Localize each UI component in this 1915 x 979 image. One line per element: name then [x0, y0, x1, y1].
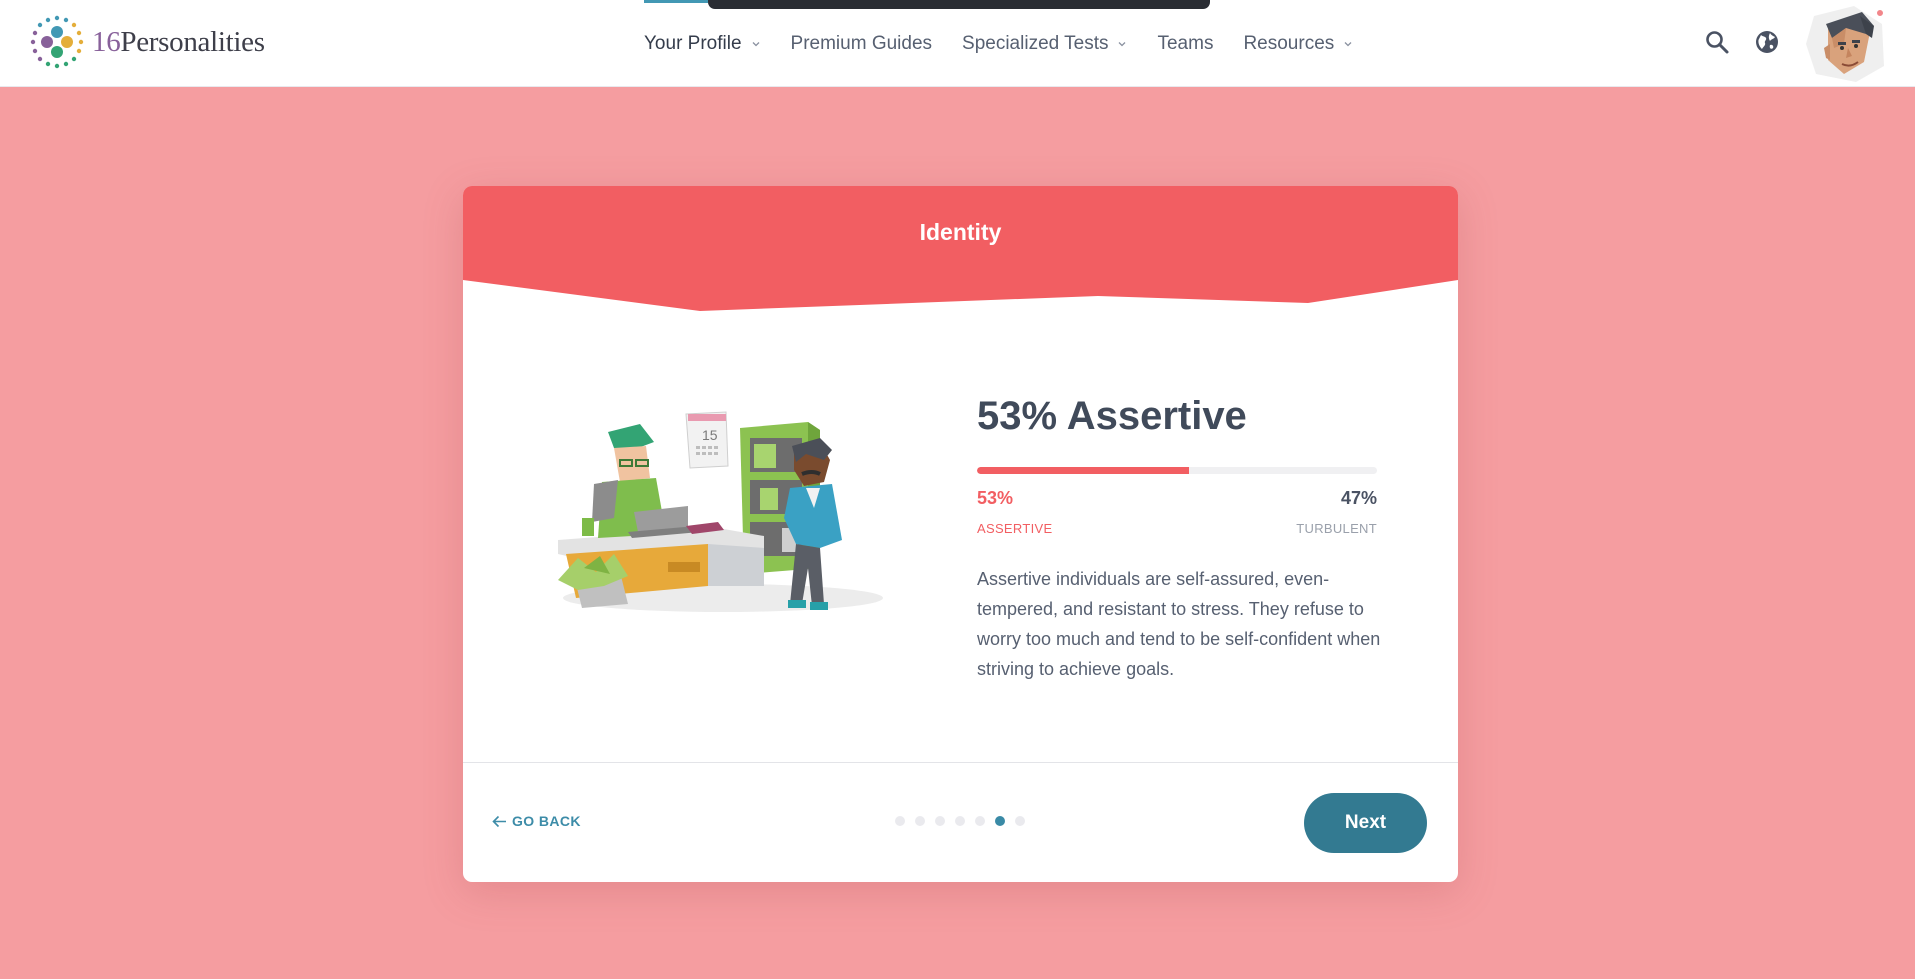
nav-label: Resources [1243, 32, 1335, 54]
step-dot [955, 816, 965, 826]
step-dot [895, 816, 905, 826]
site-logo[interactable]: 16Personalities [29, 14, 265, 70]
step-dot [915, 816, 925, 826]
assertive-label: ASSERTIVE [977, 521, 1053, 536]
nav-premium-guides[interactable]: Premium Guides [791, 0, 933, 87]
go-back-label: GO BACK [512, 813, 581, 829]
calendar-day: 15 [702, 427, 718, 443]
nav-teams[interactable]: Teams [1157, 0, 1213, 87]
nav-label: Specialized Tests [962, 32, 1109, 54]
main-nav: Your Profile Premium Guides Specialized … [644, 0, 1383, 87]
notification-dot [1876, 9, 1884, 17]
avatar[interactable] [1804, 4, 1886, 82]
turbulent-label: TURBULENT [1296, 521, 1377, 536]
active-indicator [644, 0, 708, 3]
trait-bar-fill [977, 467, 1189, 474]
step-dot [935, 816, 945, 826]
top-navigation-bar: 16Personalities Your Profile Premium Gui… [0, 0, 1915, 87]
nav-specialized-tests[interactable]: Specialized Tests [962, 0, 1127, 87]
card-divider [463, 762, 1458, 763]
header-band-shape [463, 186, 1458, 311]
nav-label: Your Profile [644, 32, 742, 54]
turbulent-percent: 47% [1340, 488, 1377, 508]
result-card: Identity 15 53% Assertive 53% 47% ASSERT… [463, 186, 1458, 882]
go-back-link[interactable]: GO BACK [492, 813, 581, 829]
next-button[interactable]: Next [1304, 793, 1427, 853]
nav-label: Teams [1157, 32, 1214, 54]
card-title: Identity [919, 219, 1002, 245]
step-dot [1015, 816, 1025, 826]
chevron-down-icon [1119, 41, 1126, 46]
trait-bar [977, 467, 1377, 474]
office-illustration: 15 [558, 411, 883, 612]
result-title: 53% Assertive [977, 394, 1247, 438]
search-icon[interactable] [1704, 29, 1730, 55]
globe-icon[interactable] [1754, 29, 1780, 55]
logo-dots-icon [30, 15, 84, 69]
logo-text: 16Personalities [92, 25, 265, 58]
arrow-left-icon [492, 815, 506, 827]
step-dot [995, 816, 1005, 826]
assertive-percent: 53% [977, 488, 1014, 508]
trait-description: Assertive individuals are self-assured, … [977, 569, 1381, 679]
user-avatar-icon [1806, 6, 1884, 82]
chevron-down-icon [752, 41, 759, 46]
chevron-down-icon [1344, 41, 1352, 46]
nav-label: Premium Guides [790, 32, 933, 54]
nav-resources[interactable]: Resources [1243, 0, 1353, 87]
nav-your-profile[interactable]: Your Profile [644, 0, 761, 87]
card-header: Identity [463, 186, 1458, 311]
step-dot [975, 816, 985, 826]
step-indicator [895, 816, 1035, 826]
